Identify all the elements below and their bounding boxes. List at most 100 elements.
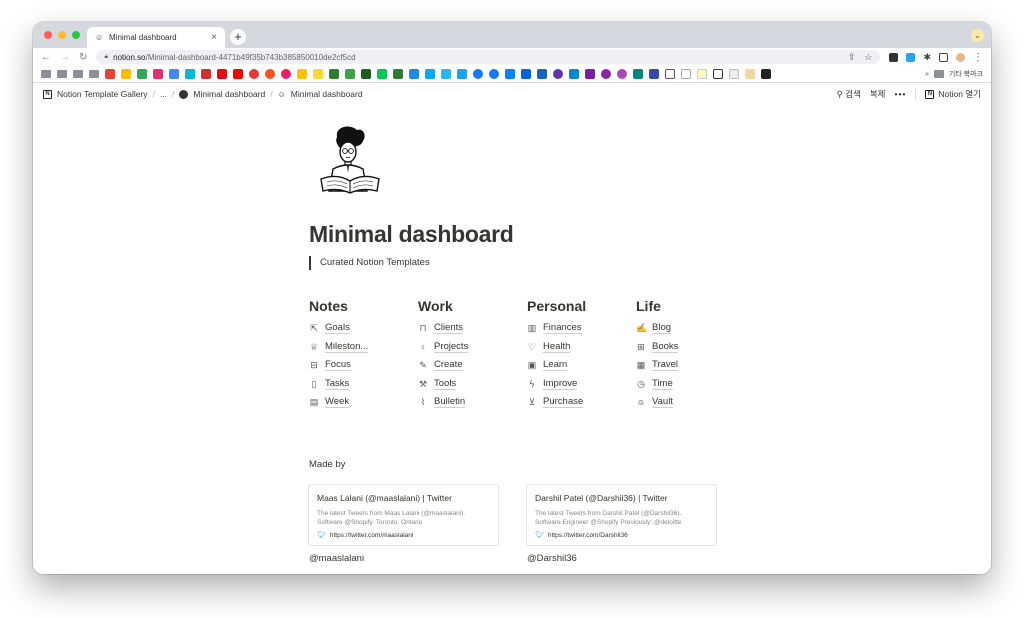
bookmark-icon[interactable] xyxy=(713,69,723,79)
instagram-bookmark-icon[interactable] xyxy=(153,69,163,79)
bookmark-icon[interactable] xyxy=(505,69,515,79)
bookmark-icon[interactable] xyxy=(537,69,547,79)
page-link[interactable]: ⚒ Tools xyxy=(418,375,527,394)
bookmark-icon[interactable] xyxy=(761,69,771,79)
extension-icon[interactable] xyxy=(889,52,899,62)
bookmark-icon[interactable] xyxy=(137,69,147,79)
bookmark-icon[interactable] xyxy=(425,69,435,79)
bookmark-folder-icon[interactable] xyxy=(89,70,99,78)
extension-icon[interactable] xyxy=(906,52,916,62)
bookmark-icon[interactable] xyxy=(281,69,291,79)
breadcrumb-item[interactable]: ... xyxy=(160,89,167,99)
back-icon[interactable]: ← xyxy=(41,52,51,63)
bookmark-icon[interactable] xyxy=(313,69,323,79)
page-link[interactable]: ♡ Health xyxy=(527,338,636,357)
bookmark-icon[interactable] xyxy=(601,69,611,79)
bookmark-icon[interactable] xyxy=(745,69,755,79)
bookmark-icon[interactable] xyxy=(249,69,259,79)
profile-avatar[interactable] xyxy=(956,52,965,62)
page-link[interactable]: ϟ Improve xyxy=(527,375,636,394)
browser-tab[interactable]: ☺ Minimal dashboard × xyxy=(87,27,225,48)
bookmark-icon[interactable] xyxy=(393,69,403,79)
bookmark-icon[interactable] xyxy=(633,69,643,79)
page-link[interactable]: ✎ Create xyxy=(418,356,527,375)
page-link[interactable]: ⇱ Goals xyxy=(309,319,418,338)
bookmark-star-icon[interactable]: ☆ xyxy=(864,52,872,63)
bookmark-icon[interactable] xyxy=(697,69,707,79)
page-link[interactable]: ⌇ Bulletin xyxy=(418,393,527,412)
bookmark-card[interactable]: Maas Lalani (@maaslalani) | Twitter The … xyxy=(308,484,499,546)
page-link[interactable]: ♀ Projects xyxy=(418,338,527,357)
more-options-button[interactable]: ••• xyxy=(894,89,906,99)
page-link[interactable]: ▥ Finances xyxy=(527,319,636,338)
bookmark-icon[interactable] xyxy=(681,69,691,79)
page-link[interactable]: ✍ Blog xyxy=(636,319,745,338)
close-window-button[interactable] xyxy=(44,31,52,39)
duplicate-button[interactable]: 복제 xyxy=(870,88,886,100)
bookmark-icon[interactable] xyxy=(169,69,179,79)
meta-bookmark-icon[interactable] xyxy=(521,69,531,79)
bookmark-icon[interactable] xyxy=(649,69,659,79)
bookmark-icon[interactable] xyxy=(345,69,355,79)
page-link[interactable]: ▣ Learn xyxy=(527,356,636,375)
page-link[interactable]: ⊞ Books xyxy=(636,338,745,357)
share-icon[interactable]: ⇪ xyxy=(848,52,856,63)
bookmark-icon[interactable] xyxy=(585,69,595,79)
bookmark-icon[interactable] xyxy=(729,69,739,79)
breadcrumb-item[interactable]: Notion Template Gallery xyxy=(57,89,148,99)
page-link[interactable]: ⊓ Clients xyxy=(418,319,527,338)
bookmark-icon[interactable] xyxy=(441,69,451,79)
youtube-bookmark-icon[interactable] xyxy=(233,69,243,79)
bookmark-icon[interactable] xyxy=(617,69,627,79)
chevron-double-icon[interactable]: » xyxy=(925,71,929,78)
page-link[interactable]: ⊟ Focus xyxy=(309,356,418,375)
page-link[interactable]: ▤ Week xyxy=(309,393,418,412)
reload-icon[interactable]: ↻ xyxy=(79,52,87,63)
bookmark-icon[interactable] xyxy=(361,69,371,79)
page-link-label: Time xyxy=(652,377,673,390)
address-bar[interactable]: 🔒︎ notion.so /Minimal-dashboard-4471b49f… xyxy=(96,50,881,64)
open-in-notion-button[interactable]: N Notion 열기 xyxy=(925,88,981,100)
facebook-bookmark-icon[interactable] xyxy=(489,69,499,79)
bookmark-card[interactable]: Darshil Patel (@Darshil36) | Twitter The… xyxy=(526,484,717,546)
new-tab-button[interactable]: + xyxy=(230,29,246,45)
facebook-bookmark-icon[interactable] xyxy=(473,69,483,79)
tab-close-icon[interactable]: × xyxy=(211,32,217,43)
netflix-bookmark-icon[interactable] xyxy=(217,69,227,79)
search-button[interactable]: ⚲ 검색 xyxy=(837,88,861,100)
bookmark-icon[interactable] xyxy=(201,69,211,79)
forward-icon[interactable]: → xyxy=(60,52,70,63)
bookmark-folder-icon[interactable] xyxy=(57,70,67,78)
zoom-window-button[interactable] xyxy=(72,31,80,39)
bookmark-icon[interactable] xyxy=(409,69,419,79)
gmail-bookmark-icon[interactable] xyxy=(105,69,115,79)
bookmark-icon[interactable] xyxy=(121,69,131,79)
page-link[interactable]: ▯ Tasks xyxy=(309,375,418,394)
page-link[interactable]: ⊻ Purchase xyxy=(527,393,636,412)
puzzle-icon[interactable]: ✱ xyxy=(923,52,931,63)
bookmark-icon[interactable] xyxy=(329,69,339,79)
page-link[interactable]: ⍝ Vault xyxy=(636,393,745,412)
bookmark-icon[interactable] xyxy=(297,69,307,79)
page-link[interactable]: ♕ Mileston... xyxy=(309,338,418,357)
tab-search-icon[interactable]: ⌄ xyxy=(971,29,984,42)
bookmark-folder-icon[interactable] xyxy=(73,70,83,78)
more-menu-icon[interactable]: ⋮ xyxy=(973,52,983,63)
page-link[interactable]: ◷ Time xyxy=(636,375,745,394)
page-link[interactable]: ▦ Travel xyxy=(636,356,745,375)
breadcrumb-item[interactable]: Minimal dashboard xyxy=(193,89,265,99)
other-bookmarks[interactable]: » 기타 북마크 xyxy=(925,69,983,79)
breadcrumb-item[interactable]: Minimal dashboard xyxy=(291,89,363,99)
minimize-window-button[interactable] xyxy=(58,31,66,39)
bookmark-icon[interactable] xyxy=(185,69,195,79)
bookmark-icon[interactable] xyxy=(553,69,563,79)
bookmark-folder-icon[interactable] xyxy=(41,70,51,78)
bookmark-icon[interactable] xyxy=(377,69,387,79)
bookmark-icon[interactable] xyxy=(569,69,579,79)
column-notes: Notes ⇱ Goals ♕ Mileston... ⊟ Focus ▯ Tasks … xyxy=(309,298,418,412)
sidebar-icon[interactable] xyxy=(939,52,948,62)
bookmark-icon[interactable] xyxy=(265,69,275,79)
twitter-bookmark-icon[interactable] xyxy=(457,69,467,79)
page-link-label: Clients xyxy=(434,322,464,335)
bookmark-icon[interactable] xyxy=(665,69,675,79)
